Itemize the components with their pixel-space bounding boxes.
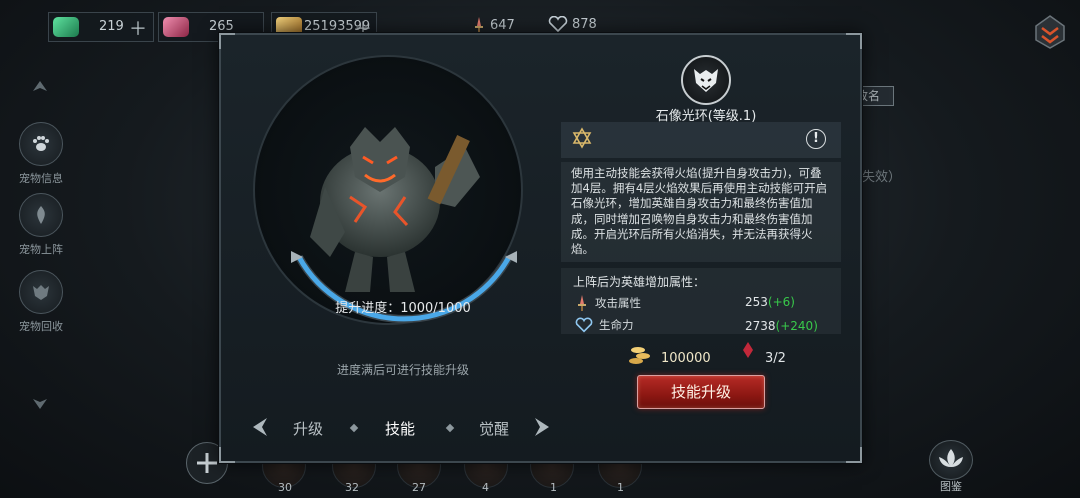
- heart-icon: [548, 16, 568, 32]
- skill-description: 使用主动技能会获得火焰(提升自身攻击力)，可叠加4层。拥有4层火焰效果后再使用主…: [561, 162, 841, 262]
- blood-crystal-icon: [741, 341, 755, 359]
- green-gem-counter: 219 ＋: [48, 12, 154, 42]
- tab-awaken[interactable]: 觉醒: [479, 418, 509, 439]
- hexagram-icon: [572, 127, 592, 149]
- tab-next-arrow-icon[interactable]: [529, 415, 553, 439]
- menu-emblem-icon[interactable]: [1030, 12, 1070, 52]
- paw-icon: [19, 122, 63, 166]
- bonus-attack-label: 攻击属性: [595, 296, 641, 310]
- bonus-attack-plus: (+6): [767, 295, 795, 309]
- side-menu-pet-deploy[interactable]: 宠物上阵: [14, 193, 68, 257]
- bonus-row-attack: 攻击属性: [575, 294, 641, 312]
- gallery-button[interactable]: 图鉴: [926, 440, 976, 494]
- skill-upgrade-button[interactable]: 技能升级: [637, 375, 765, 409]
- skill-beast-icon: [681, 55, 731, 105]
- info-alert-icon[interactable]: !: [806, 129, 826, 149]
- bonus-health-label: 生命力: [599, 318, 634, 332]
- red-gem-count: 265: [209, 19, 234, 34]
- tab-skill[interactable]: 技能: [385, 418, 415, 439]
- tab-prev-arrow-icon[interactable]: [249, 415, 273, 439]
- side-menu-label: 宠物上阵: [19, 243, 63, 256]
- bonus-health-value: 2738(+240): [745, 319, 818, 333]
- lotus-icon: [929, 440, 973, 480]
- side-menu-label: 宠物信息: [19, 172, 63, 185]
- side-menu-pet-recycle[interactable]: 宠物回收: [14, 270, 68, 334]
- progress-arc: [291, 251, 517, 323]
- skill-info-strip: [561, 122, 841, 158]
- sword-icon: [475, 17, 483, 33]
- tab-upgrade[interactable]: 升级: [293, 418, 323, 439]
- green-gem-count: 219: [99, 19, 124, 34]
- tab-separator: [349, 423, 359, 433]
- add-green-gem-button[interactable]: ＋: [129, 15, 147, 41]
- sword-icon: [578, 295, 586, 311]
- gold-cost: 100000: [661, 351, 711, 366]
- progress-label: 提升进度：1000/1000: [335, 301, 471, 316]
- pet-slot-count: 1: [550, 481, 557, 494]
- green-gem-icon: [53, 17, 79, 37]
- heart-icon: [575, 317, 593, 333]
- side-menu-pet-info[interactable]: 宠物信息: [14, 122, 68, 186]
- attack-value: 647: [490, 17, 515, 33]
- attack-stat: 647: [472, 16, 515, 34]
- pet-slot-count: 30: [278, 481, 292, 494]
- pet-slot-count: 27: [412, 481, 426, 494]
- gallery-label: 图鉴: [940, 480, 962, 493]
- health-value: 878: [572, 16, 597, 32]
- bonus-health-number: 2738: [745, 319, 776, 333]
- bonus-attack-number: 253: [745, 295, 768, 309]
- pet-skill-panel: 提升进度：1000/1000 进度满后可进行技能升级 升级 技能 觉醒 石像光环…: [219, 33, 862, 463]
- gold-coins-icon: [627, 341, 653, 367]
- upgrade-hint: 进度满后可进行技能升级: [336, 363, 469, 377]
- scroll-up-arrow-icon[interactable]: [30, 78, 50, 98]
- scroll-down-arrow-icon[interactable]: [30, 392, 50, 412]
- beast-head-icon: [19, 270, 63, 314]
- bonus-attack-value: 253(+6): [745, 295, 795, 309]
- bonus-health-plus: (+240): [775, 319, 818, 333]
- pet-slot-count: 32: [345, 481, 359, 494]
- crystal-cost: 3/2: [765, 351, 786, 366]
- flame-paw-icon: [19, 193, 63, 237]
- red-gem-icon: [163, 17, 189, 37]
- pet-slot-count: 4: [482, 481, 489, 494]
- side-menu-label: 宠物回收: [19, 320, 63, 333]
- tab-separator: [445, 423, 455, 433]
- pet-slot-count: 1: [617, 481, 624, 494]
- bonus-heading: 上阵后为英雄增加属性：: [573, 275, 706, 289]
- background-status-text: 失效）: [862, 170, 902, 185]
- bonus-row-health: 生命力: [575, 317, 634, 333]
- health-stat: 878: [548, 16, 597, 32]
